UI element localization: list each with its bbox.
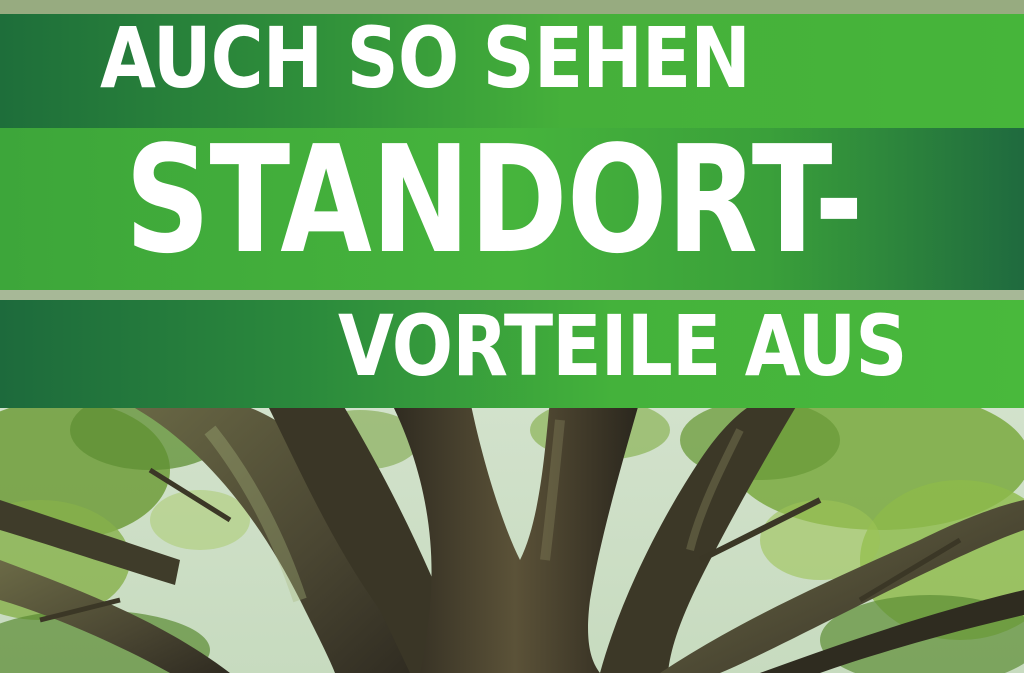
poster: AUCH SO SEHEN STANDORT- VORTEILE AUS (0, 0, 1024, 673)
headline-line-2: STANDORT- (125, 114, 863, 286)
headline-line-3: VORTEILE AUS (338, 297, 907, 395)
headline-line-1: AUCH SO SEHEN (100, 9, 751, 107)
